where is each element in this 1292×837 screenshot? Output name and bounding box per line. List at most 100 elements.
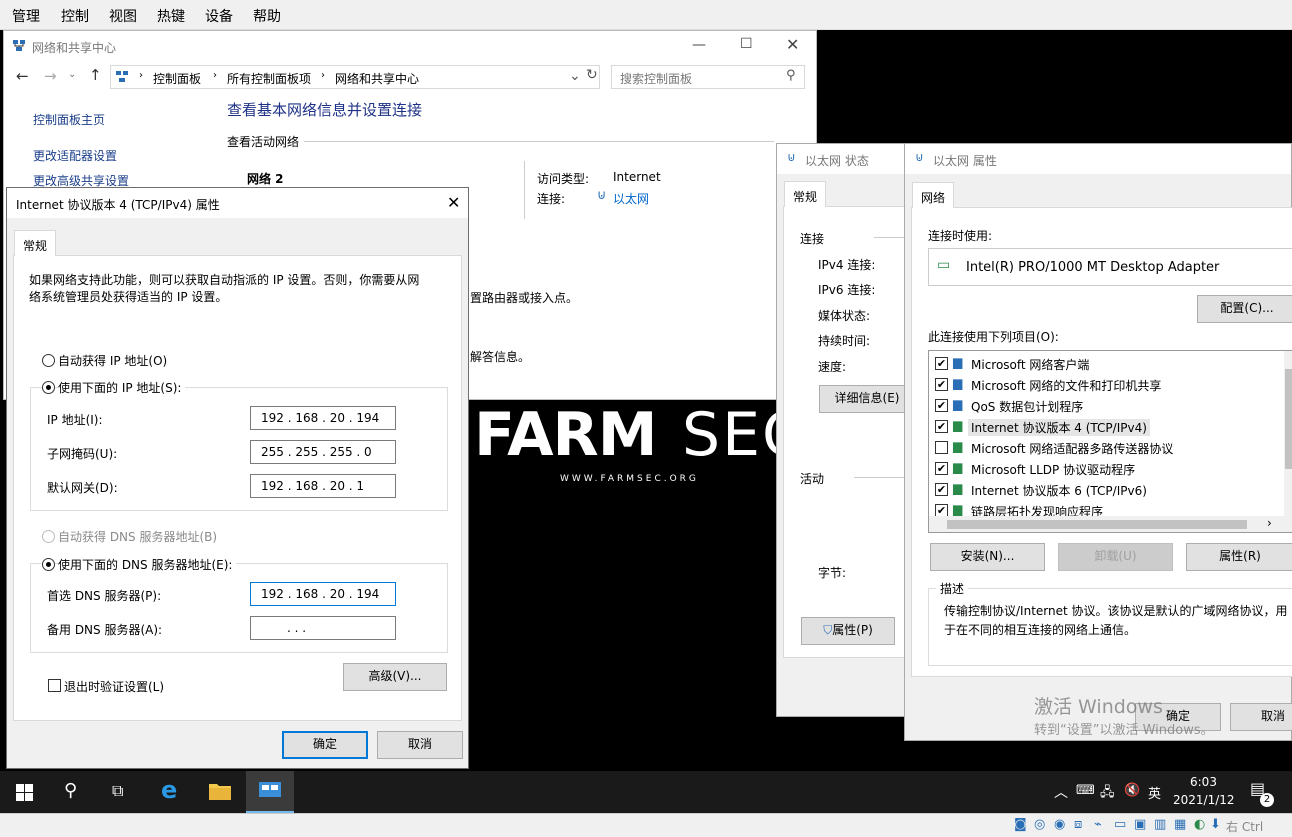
usb-icon[interactable]: ⌁ xyxy=(1094,817,1102,832)
gateway-field[interactable]: 192 . 168 . 20 . 1 xyxy=(250,474,396,498)
uninstall-button[interactable]: 卸载(U) xyxy=(1058,543,1173,571)
item-checkbox[interactable]: ✔ xyxy=(935,462,948,475)
back-icon[interactable]: ← xyxy=(16,67,29,85)
list-item[interactable]: ✔ ▆ QoS 数据包计划程序 xyxy=(929,395,1279,416)
close-icon[interactable]: ✕ xyxy=(786,35,799,54)
vm-menu-devices[interactable]: 设备 xyxy=(205,6,233,26)
auto-ip-radio[interactable] xyxy=(42,354,55,367)
manual-dns-label[interactable]: 使用下面的 DNS 服务器地址(E): xyxy=(58,556,237,573)
preferred-dns-field[interactable]: 192 . 168 . 20 . 194 xyxy=(250,582,396,606)
devices-icon[interactable]: ⌨ xyxy=(1076,783,1095,798)
sidebar-item-adapter[interactable]: 更改适配器设置 xyxy=(33,147,117,164)
props-cancel-button[interactable]: 取消 xyxy=(1230,703,1292,731)
maximize-icon[interactable]: ☐ xyxy=(740,36,753,52)
clock-date[interactable]: 2021/1/12 xyxy=(1173,793,1235,807)
recent-dropdown-icon[interactable]: ⌄ xyxy=(68,69,76,80)
minimize-icon[interactable]: — xyxy=(692,37,706,53)
sidebar-item-home[interactable]: 控制面板主页 xyxy=(33,111,105,128)
optical-drive-icon[interactable]: ◎ xyxy=(1034,817,1045,832)
ok-button[interactable]: 确定 xyxy=(282,731,368,759)
list-item[interactable]: ✔ ▆ Internet 协议版本 6 (TCP/IPv6) xyxy=(929,479,1279,500)
list-item[interactable]: ✔ ▆ Microsoft 网络的文件和打印机共享 xyxy=(929,374,1279,395)
scroll-right-icon[interactable]: › xyxy=(1267,516,1272,530)
alternate-dns-label: 备用 DNS 服务器(A): xyxy=(47,623,163,637)
close-icon[interactable]: ✕ xyxy=(447,193,460,212)
auto-ip-label[interactable]: 自动获得 IP 地址(O) xyxy=(58,352,167,369)
shared-folder-icon[interactable]: ▭ xyxy=(1114,817,1126,832)
list-item[interactable]: ✔ ▆ Internet 协议版本 4 (TCP/IPv4) xyxy=(929,416,1279,437)
configure-button[interactable]: 配置(C)... xyxy=(1197,295,1292,323)
subnet-mask-field[interactable]: 255 . 255 . 255 . 0 xyxy=(250,440,396,464)
manual-dns-radio[interactable] xyxy=(42,558,55,571)
vm-menu-hotkey[interactable]: 热键 xyxy=(157,6,185,26)
tab-networking[interactable]: 网络 xyxy=(912,182,955,208)
list-item[interactable]: ▆ Microsoft 网络适配器多路传送器协议 xyxy=(929,437,1279,458)
status-titlebar: ⊍ 以太网 状态 xyxy=(777,144,911,174)
search-button[interactable]: ⚲ xyxy=(48,771,96,813)
forward-icon[interactable]: → xyxy=(44,67,57,85)
search-icon[interactable]: ⚲ xyxy=(786,68,796,83)
audio-icon[interactable]: ◉ xyxy=(1054,817,1065,832)
auto-dns-radio[interactable] xyxy=(42,530,55,543)
list-item[interactable]: ✔ ▆ Microsoft 网络客户端 xyxy=(929,353,1279,374)
volume-muted-icon[interactable]: 🔇 xyxy=(1124,783,1140,798)
hdd-icon[interactable]: ◙ xyxy=(1014,817,1027,832)
manual-ip-label[interactable]: 使用下面的 IP 地址(S): xyxy=(58,379,186,396)
details-button[interactable]: 详细信息(E) xyxy=(819,385,914,413)
clock-time[interactable]: 6:03 xyxy=(1190,775,1217,789)
ime-indicator[interactable]: 英 xyxy=(1148,783,1161,802)
list-item[interactable]: ✔ ▆ Microsoft LLDP 协议驱动程序 xyxy=(929,458,1279,479)
refresh-icon[interactable]: ↻ xyxy=(586,67,598,83)
alternate-dns-field[interactable]: . . . xyxy=(250,616,396,640)
start-button[interactable] xyxy=(0,771,48,813)
auto-dns-label[interactable]: 自动获得 DNS 服务器地址(B) xyxy=(58,528,217,545)
guest-additions-icon[interactable]: ◐ xyxy=(1194,817,1205,832)
ethernet-link[interactable]: 以太网 xyxy=(613,190,649,207)
vertical-scrollbar[interactable] xyxy=(1284,351,1292,516)
item-checkbox[interactable]: ✔ xyxy=(935,357,948,370)
h-scrollbar-thumb[interactable] xyxy=(947,520,1247,529)
mouse-integration-icon[interactable]: ⬇ xyxy=(1210,817,1221,832)
network-adapter-icon[interactable]: ⧈ xyxy=(1074,817,1082,832)
item-checkbox[interactable]: ✔ xyxy=(935,399,948,412)
item-checkbox[interactable]: ✔ xyxy=(935,420,948,433)
manual-ip-radio[interactable] xyxy=(42,381,55,394)
item-checkbox[interactable]: ✔ xyxy=(935,483,948,496)
cpu-icon[interactable]: ▦ xyxy=(1174,817,1186,832)
address-bar[interactable]: › 控制面板 › 所有控制面板项 › 网络和共享中心 ⌄ ↻ xyxy=(110,65,600,89)
show-hidden-icons-icon[interactable]: ︿ xyxy=(1054,782,1068,802)
horizontal-scrollbar[interactable]: › xyxy=(929,516,1292,532)
props-titlebar: ⊍ 以太网 属性 xyxy=(905,144,1291,174)
address-dropdown-icon[interactable]: ⌄ xyxy=(569,68,581,84)
item-checkbox[interactable] xyxy=(935,441,948,454)
install-button[interactable]: 安装(N)... xyxy=(930,543,1045,571)
cancel-button[interactable]: 取消 xyxy=(377,731,463,759)
display-icon[interactable]: ▣ xyxy=(1134,817,1146,832)
control-panel-taskbar-button[interactable] xyxy=(246,771,294,813)
scrollbar-thumb[interactable] xyxy=(1285,369,1292,469)
vm-menu-control[interactable]: 控制 xyxy=(61,6,89,26)
tab-status-general[interactable]: 常规 xyxy=(784,181,827,207)
text-fragment-router: 置路由器或接入点。 xyxy=(470,291,579,305)
validate-checkbox[interactable] xyxy=(48,679,61,692)
vm-menu-manage[interactable]: 管理 xyxy=(12,6,40,26)
recording-icon[interactable]: ▥ xyxy=(1154,817,1166,832)
breadcrumb-all-items[interactable]: 所有控制面板项 xyxy=(227,70,311,87)
up-icon[interactable]: ↑ xyxy=(89,66,102,84)
vm-menu-view[interactable]: 视图 xyxy=(109,6,137,26)
breadcrumb-control-panel[interactable]: 控制面板 xyxy=(153,70,201,87)
item-properties-button[interactable]: 属性(R) xyxy=(1186,543,1292,571)
validate-label[interactable]: 退出时验证设置(L) xyxy=(64,678,164,695)
file-explorer-button[interactable] xyxy=(196,771,244,813)
advanced-button[interactable]: 高级(V)... xyxy=(343,663,447,691)
vm-menu-help[interactable]: 帮助 xyxy=(253,6,281,26)
ip-address-field[interactable]: 192 . 168 . 20 . 194 xyxy=(250,406,396,430)
item-checkbox[interactable]: ✔ xyxy=(935,378,948,391)
status-properties-button[interactable]: ⛉属性(P) xyxy=(801,617,895,645)
ie-button[interactable]: e xyxy=(148,771,196,813)
network-tray-icon[interactable]: 🖧 xyxy=(1100,783,1115,805)
search-box[interactable]: 搜索控制面板 ⚲ xyxy=(611,65,805,89)
task-view-button[interactable]: ⧉ xyxy=(96,771,144,813)
breadcrumb-nsc[interactable]: 网络和共享中心 xyxy=(335,70,419,87)
tab-general[interactable]: 常规 xyxy=(14,230,57,256)
